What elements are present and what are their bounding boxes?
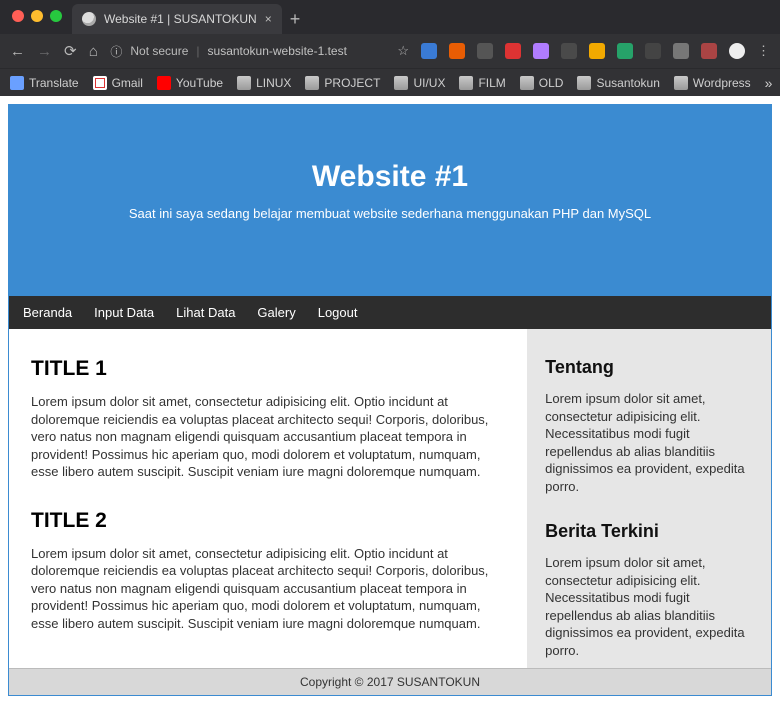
extension-icon[interactable] [505, 43, 521, 59]
article-title-1: TITLE 1 [31, 357, 505, 381]
bookmarks-bar: Translate Gmail YouTube LINUX PROJECT UI… [0, 68, 780, 96]
security-label: Not secure [130, 44, 188, 58]
extension-icon[interactable] [617, 43, 633, 59]
nav-back-button[interactable]: ← [10, 43, 25, 60]
bookmark-folder-old[interactable]: OLD [520, 76, 564, 90]
bookmark-folder-susantokun[interactable]: Susantokun [577, 76, 659, 90]
bookmark-label: OLD [539, 76, 564, 90]
extension-icon[interactable] [701, 43, 717, 59]
extension-icon[interactable] [561, 43, 577, 59]
nav-reload-button[interactable]: ⟳ [64, 42, 77, 60]
page-container: Website #1 Saat ini saya sedang belajar … [8, 104, 772, 696]
extension-icon[interactable] [589, 43, 605, 59]
new-tab-button[interactable]: + [290, 4, 301, 34]
nav-link-input-data[interactable]: Input Data [94, 305, 154, 320]
star-bookmark-icon[interactable]: ☆ [397, 43, 409, 59]
page-viewport: Website #1 Saat ini saya sedang belajar … [0, 96, 780, 704]
url-text: susantokun-website-1.test [208, 44, 347, 58]
folder-icon [394, 76, 408, 90]
bookmark-label: Susantokun [596, 76, 659, 90]
extension-icons: ☆ ⋮ [397, 43, 770, 59]
translate-icon [10, 76, 24, 90]
content-body: TITLE 1 Lorem ipsum dolor sit amet, cons… [9, 329, 771, 668]
bookmarks-overflow-icon[interactable]: » [765, 75, 773, 91]
extension-icon[interactable] [477, 43, 493, 59]
youtube-icon [157, 76, 171, 90]
bookmark-folder-project[interactable]: PROJECT [305, 76, 380, 90]
bookmark-folder-film[interactable]: FILM [459, 76, 505, 90]
main-nav: Beranda Input Data Lihat Data Galery Log… [9, 296, 771, 329]
bookmark-label: FILM [478, 76, 505, 90]
bookmark-label: PROJECT [324, 76, 380, 90]
bookmark-label: UI/UX [413, 76, 445, 90]
tab-title: Website #1 | SUSANTOKUN [104, 12, 257, 26]
profile-avatar-icon[interactable] [729, 43, 745, 59]
window-controls [12, 10, 62, 22]
browser-tab[interactable]: Website #1 | SUSANTOKUN × [72, 4, 282, 34]
bookmark-label: Gmail [112, 76, 143, 90]
main-column: TITLE 1 Lorem ipsum dolor sit amet, cons… [9, 329, 527, 668]
bookmark-label: YouTube [176, 76, 223, 90]
site-subtitle: Saat ini saya sedang belajar membuat web… [29, 206, 751, 221]
nav-link-lihat-data[interactable]: Lihat Data [176, 305, 235, 320]
extension-icon[interactable] [449, 43, 465, 59]
extension-icon[interactable] [645, 43, 661, 59]
bookmark-youtube[interactable]: YouTube [157, 76, 223, 90]
folder-icon [520, 76, 534, 90]
bookmark-folder-uiux[interactable]: UI/UX [394, 76, 445, 90]
bookmark-folder-wordpress[interactable]: Wordpress [674, 76, 751, 90]
widget-body-news: Lorem ipsum dolor sit amet, consectetur … [545, 554, 753, 659]
window-close-button[interactable] [12, 10, 24, 22]
info-icon: ⓘ [110, 43, 122, 60]
extension-icon[interactable] [533, 43, 549, 59]
extension-icon[interactable] [673, 43, 689, 59]
nav-link-beranda[interactable]: Beranda [23, 305, 72, 320]
extension-icon[interactable] [421, 43, 437, 59]
article-body-2: Lorem ipsum dolor sit amet, consectetur … [31, 545, 505, 633]
folder-icon [459, 76, 473, 90]
nav-link-galery[interactable]: Galery [257, 305, 295, 320]
article-body-1: Lorem ipsum dolor sit amet, consectetur … [31, 393, 505, 481]
nav-home-button[interactable]: ⌂ [89, 43, 99, 60]
sidebar-column: Tentang Lorem ipsum dolor sit amet, cons… [527, 329, 771, 668]
folder-icon [674, 76, 688, 90]
footer-text: Copyright © 2017 SUSANTOKUN [300, 675, 480, 689]
site-title: Website #1 [29, 160, 751, 194]
address-bar: ← → ⟳ ⌂ ⓘ Not secure | susantokun-websit… [0, 34, 780, 68]
window-minimize-button[interactable] [31, 10, 43, 22]
page-footer: Copyright © 2017 SUSANTOKUN [9, 668, 771, 695]
bookmark-folder-linux[interactable]: LINUX [237, 76, 291, 90]
folder-icon [577, 76, 591, 90]
browser-tab-strip: Website #1 | SUSANTOKUN × + [0, 0, 780, 34]
folder-icon [237, 76, 251, 90]
omnibox[interactable]: ⓘ Not secure | susantokun-website-1.test [110, 43, 385, 60]
browser-menu-icon[interactable]: ⋮ [757, 43, 770, 59]
hero-banner: Website #1 Saat ini saya sedang belajar … [9, 105, 771, 296]
article-title-2: TITLE 2 [31, 509, 505, 533]
gmail-icon [93, 76, 107, 90]
tab-close-icon[interactable]: × [265, 12, 272, 26]
window-maximize-button[interactable] [50, 10, 62, 22]
bookmark-gmail[interactable]: Gmail [93, 76, 143, 90]
widget-title-about: Tentang [545, 357, 753, 378]
bookmark-label: LINUX [256, 76, 291, 90]
nav-forward-button[interactable]: → [37, 43, 52, 60]
tab-favicon [82, 12, 96, 26]
bookmark-label: Wordpress [693, 76, 751, 90]
bookmark-translate[interactable]: Translate [10, 76, 79, 90]
nav-link-logout[interactable]: Logout [318, 305, 358, 320]
omnibox-separator: | [196, 44, 199, 58]
widget-title-news: Berita Terkini [545, 521, 753, 542]
widget-body-about: Lorem ipsum dolor sit amet, consectetur … [545, 390, 753, 495]
bookmark-label: Translate [29, 76, 79, 90]
folder-icon [305, 76, 319, 90]
